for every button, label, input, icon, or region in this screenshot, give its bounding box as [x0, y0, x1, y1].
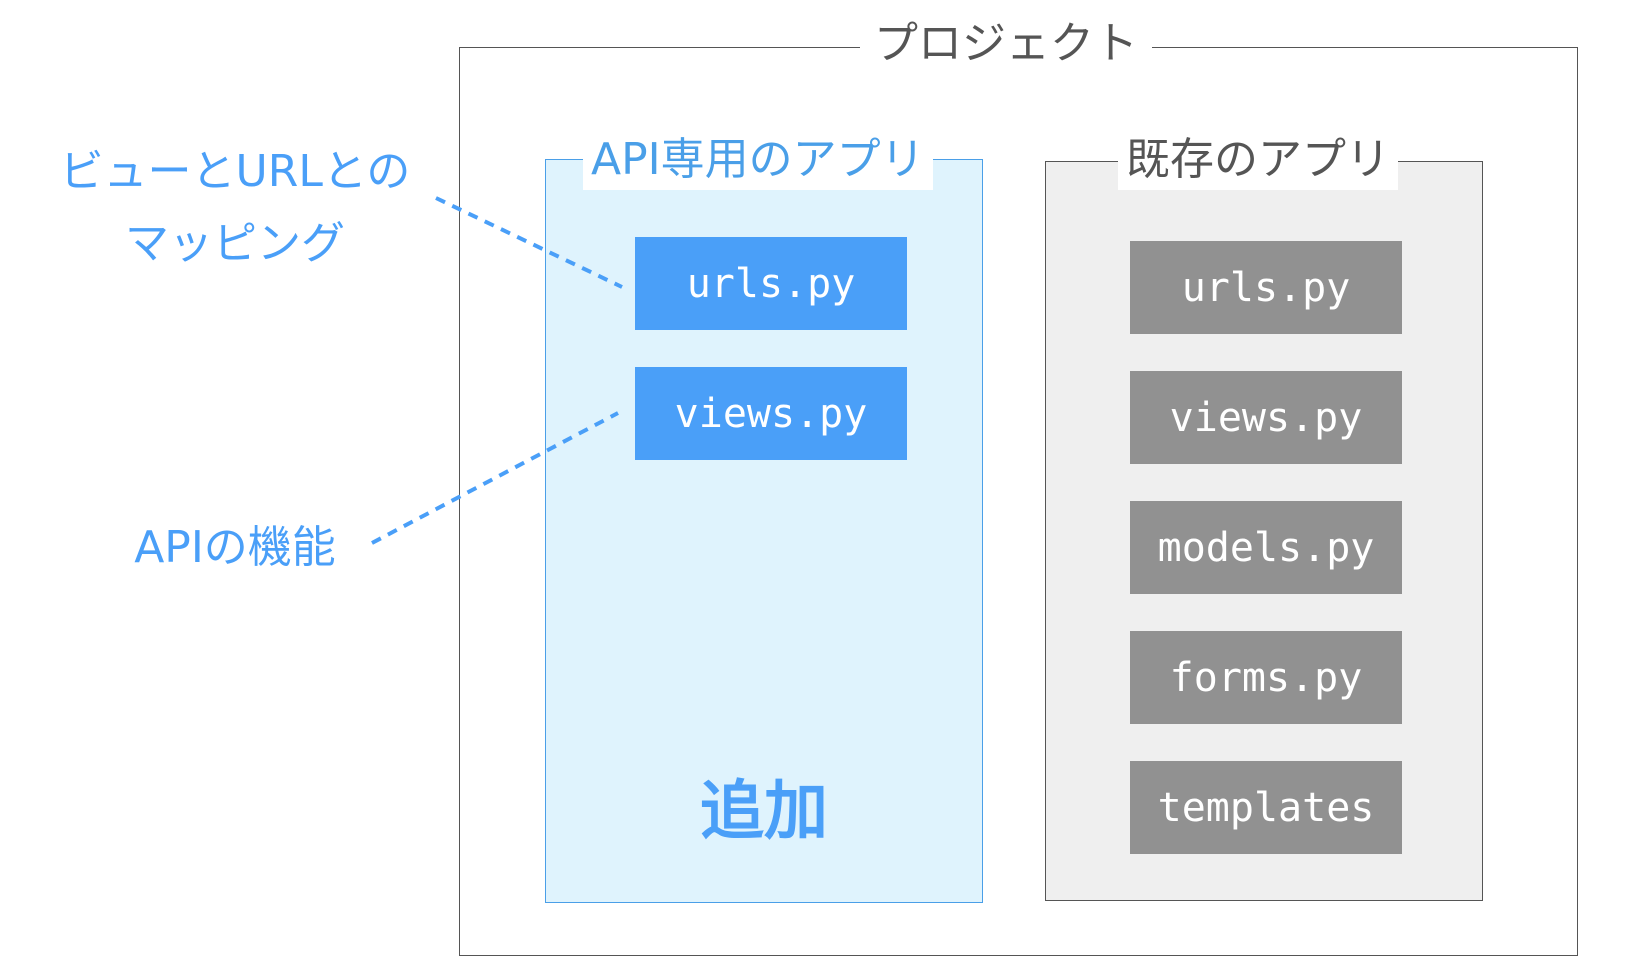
connector-api-function — [371, 411, 619, 545]
connector-url-mapping — [435, 196, 623, 289]
connector-lines — [371, 196, 623, 545]
